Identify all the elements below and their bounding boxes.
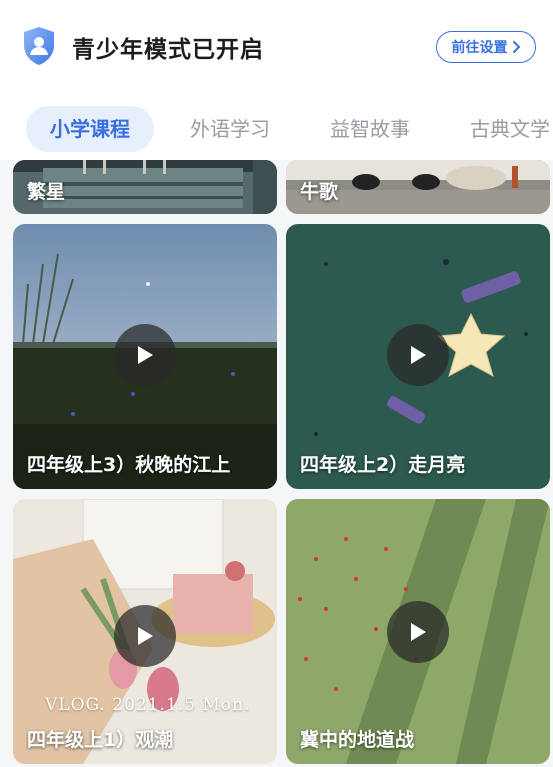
shield-user-icon <box>24 27 54 65</box>
video-grid: 繁星 牛歌 四年级上3）秋晚的江上 四年级上2）走月亮 VLOG. 2021.1… <box>0 160 553 767</box>
play-icon <box>138 627 153 645</box>
teen-mode-title: 青少年模式已开启 <box>72 37 264 63</box>
settings-button-label: 前往设置 <box>451 40 508 56</box>
tab-puzzle-stories[interactable]: 益智故事 <box>330 106 410 152</box>
video-card[interactable]: 繁星 <box>13 160 277 214</box>
play-icon <box>411 623 426 641</box>
video-title: 冀中的地道战 <box>300 729 415 751</box>
video-card[interactable]: 四年级上3）秋晚的江上 <box>13 224 277 489</box>
video-title: 四年级上1）观潮 <box>27 729 174 751</box>
video-title: 四年级上2）走月亮 <box>300 454 466 476</box>
go-to-settings-button[interactable]: 前往设置 <box>436 31 536 63</box>
play-button[interactable] <box>114 324 176 386</box>
play-icon <box>138 346 153 364</box>
play-button[interactable] <box>387 601 449 663</box>
tab-classical-literature[interactable]: 古典文学 <box>470 106 550 152</box>
video-title: 牛歌 <box>300 181 339 203</box>
video-title: 四年级上3）秋晚的江上 <box>27 454 231 476</box>
chevron-right-icon <box>512 41 520 53</box>
category-tabs: 小学课程 外语学习 益智故事 古典文学 <box>0 96 553 160</box>
video-card[interactable]: 四年级上2）走月亮 <box>286 224 550 489</box>
video-title: 繁星 <box>27 181 66 203</box>
video-card[interactable]: 牛歌 <box>286 160 550 214</box>
video-card[interactable]: VLOG. 2021.1.5 Mon. 四年级上1）观潮 <box>13 499 277 764</box>
play-icon <box>411 346 426 364</box>
teen-mode-header: 青少年模式已开启 前往设置 <box>0 0 553 96</box>
play-button[interactable] <box>387 324 449 386</box>
video-card[interactable]: 冀中的地道战 <box>286 499 550 764</box>
tab-foreign-language[interactable]: 外语学习 <box>190 106 270 152</box>
play-button[interactable] <box>114 605 176 667</box>
vlog-date-overlay: VLOG. 2021.1.5 Mon. <box>45 695 251 715</box>
tab-primary-school[interactable]: 小学课程 <box>26 106 154 152</box>
